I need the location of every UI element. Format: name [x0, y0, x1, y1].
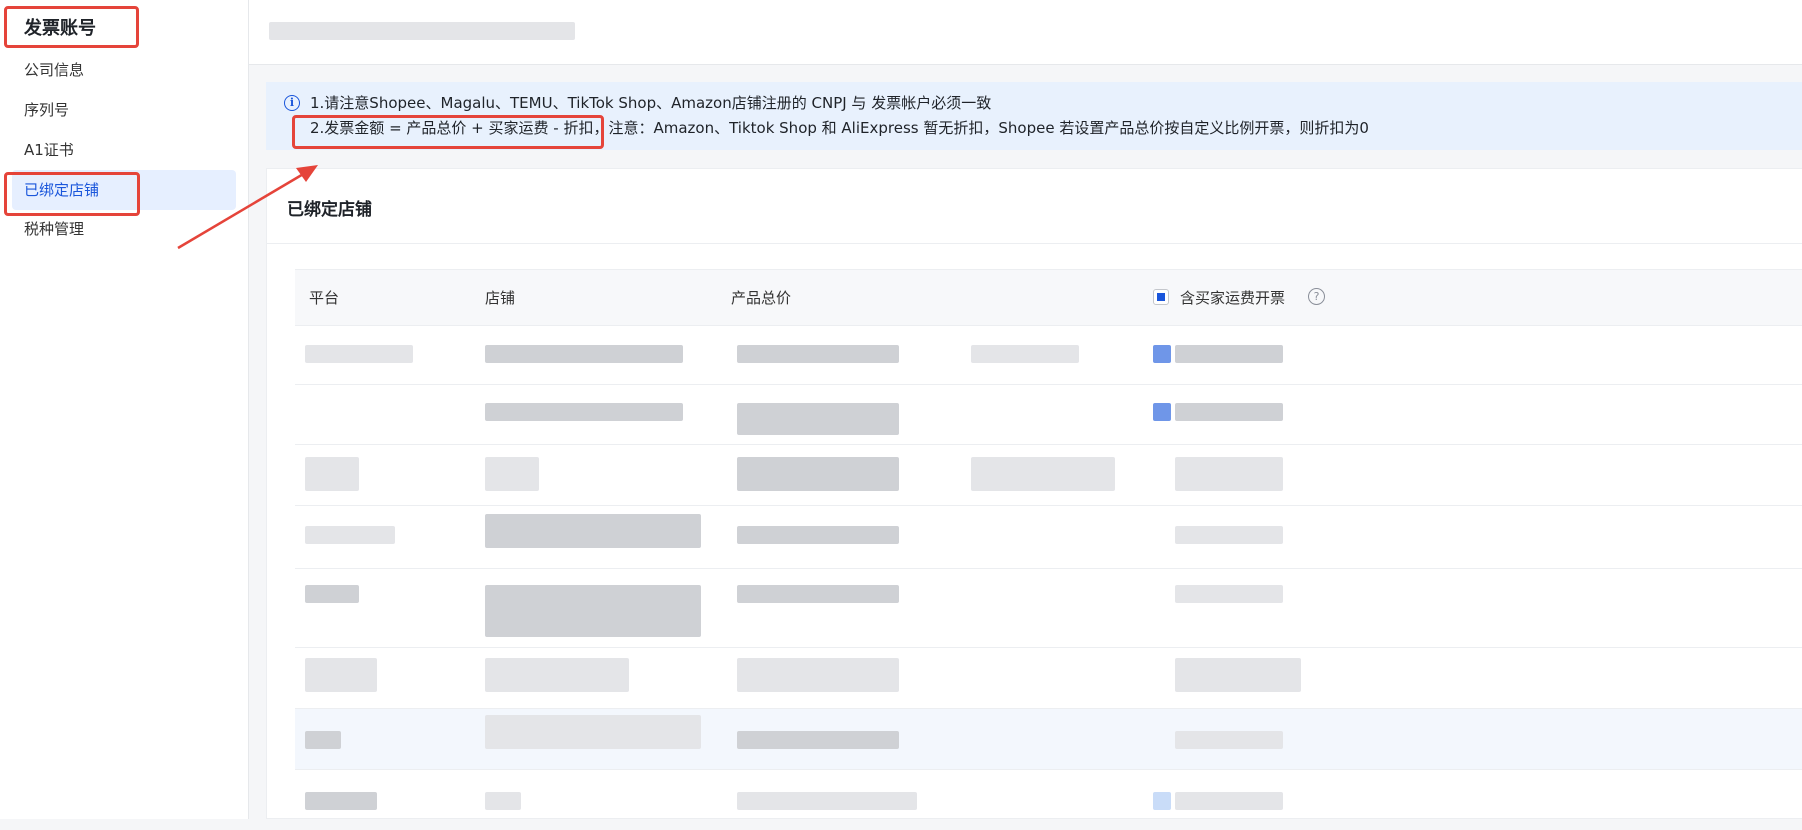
- annotation-box-title: [4, 6, 139, 48]
- blurred-cell: [737, 658, 899, 692]
- blurred-cell: [305, 345, 413, 363]
- blurred-cell: [737, 731, 899, 749]
- blurred-cell: [305, 731, 341, 749]
- blurred-cell: [305, 658, 377, 692]
- sidebar-item-a1-certificate[interactable]: A1证书: [12, 130, 236, 170]
- blurred-cell: [305, 457, 359, 491]
- sidebar: 发票账号 公司信息 序列号 A1证书 已绑定店铺 税种管理: [0, 0, 249, 819]
- blurred-cell: [485, 715, 701, 749]
- table-row: [295, 770, 1802, 830]
- blurred-cell: [485, 514, 701, 548]
- blurred-cell: [485, 457, 539, 491]
- blurred-cell: [485, 658, 629, 692]
- table-row: [295, 325, 1802, 385]
- blurred-cell: [971, 345, 1079, 363]
- blurred-cell: [485, 403, 683, 421]
- blurred-cell: [737, 403, 899, 435]
- blurred-cell: [1153, 792, 1171, 810]
- blurred-header-text: [269, 22, 575, 40]
- table-header: 平台 店铺 产品总价 含买家运费开票 ?: [295, 269, 1802, 326]
- top-header: [249, 0, 1802, 65]
- help-icon[interactable]: ?: [1308, 288, 1325, 305]
- blurred-cell: [737, 792, 917, 810]
- table-row: [295, 709, 1802, 770]
- blurred-cell: [305, 585, 359, 603]
- table-row: [295, 569, 1802, 648]
- row-checkbox[interactable]: [1153, 403, 1171, 421]
- annotation-box-invoice-formula: [292, 115, 604, 149]
- info-icon: i: [284, 95, 300, 111]
- blurred-cell: [1175, 526, 1283, 544]
- blurred-cell: [1175, 345, 1283, 363]
- blurred-cell: [485, 345, 683, 363]
- blurred-cell: [737, 585, 899, 603]
- column-include-shipping: 含买家运费开票: [1180, 289, 1286, 307]
- blurred-cell: [1175, 792, 1283, 810]
- blurred-cell: [485, 792, 521, 810]
- blurred-cell: [1175, 731, 1283, 749]
- blurred-cell: [1175, 658, 1301, 692]
- sidebar-item-tax-management[interactable]: 税种管理: [12, 209, 236, 249]
- blurred-cell: [485, 585, 701, 637]
- row-checkbox[interactable]: [1153, 345, 1171, 363]
- blurred-cell: [1175, 403, 1283, 421]
- include-shipping-checkbox[interactable]: [1153, 289, 1169, 305]
- column-store: 店铺: [485, 289, 516, 307]
- sidebar-item-serial-number[interactable]: 序列号: [12, 90, 236, 130]
- table-row: [295, 445, 1802, 506]
- sidebar-item-company-info[interactable]: 公司信息: [12, 50, 236, 90]
- blurred-cell: [1175, 585, 1283, 603]
- bound-stores-card: 已绑定店铺 平台 店铺 产品总价 含买家运费开票 ?: [266, 168, 1802, 819]
- blurred-cell: [971, 457, 1115, 491]
- column-product-total: 产品总价: [731, 289, 792, 307]
- card-header: 已绑定店铺: [267, 169, 1802, 244]
- notice-line-1: 1.请注意Shopee、Magalu、TEMU、TikTok Shop、Amaz…: [310, 94, 992, 112]
- blurred-cell: [737, 526, 899, 544]
- blurred-cell: [1175, 457, 1283, 491]
- card-title: 已绑定店铺: [287, 200, 372, 220]
- table-row: [295, 385, 1802, 445]
- blurred-cell: [305, 526, 395, 544]
- table-row: [295, 506, 1802, 569]
- blurred-cell: [305, 792, 377, 810]
- table-row: [295, 648, 1802, 709]
- blurred-cell: [737, 345, 899, 363]
- column-platform: 平台: [309, 289, 340, 307]
- blurred-cell: [737, 457, 899, 491]
